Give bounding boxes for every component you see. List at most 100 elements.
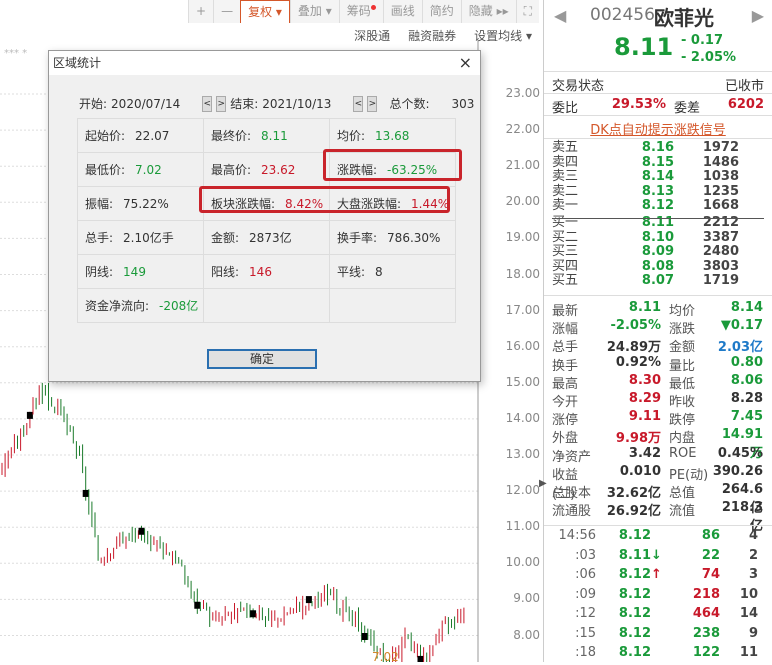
level-label: 买三 [552,244,579,260]
axis-tick-label: 16.00 [505,338,540,353]
toolbar-button[interactable]: 简约 [421,0,461,23]
stock-code: 002456 [590,5,655,25]
stat-label: 平线: [337,265,366,279]
stat-label: 阴线: [85,265,114,279]
event-marker [305,596,312,604]
stat-label: 量比 [669,358,696,374]
date-range: 开始: 2020/07/14 < > 结束: 2021/10/13 < > 总个数:… [79,95,474,112]
low-price-label: 7.02 [372,650,399,662]
stats-cell: 起始价: 22.07 [77,118,204,153]
stat-row: 最高 8.30 最低 8.06 [552,373,764,392]
stats-cell: 换手率: 786.30% [329,220,456,255]
bid-row: 买四 8.08 3803 [552,259,764,274]
level-price: 8.16 [641,140,674,155]
stat-label: 最低 [669,376,696,392]
stat-label: ROE [669,445,697,461]
tick-row: :06 8.12 ↑ 74 3 [552,567,764,582]
stat-label: 最高 [552,376,579,392]
stats-cell: 平线: 8 [329,254,456,289]
stats-cell: 总手: 2.10亿手 [77,220,204,255]
highlight-box [323,149,462,181]
stat-label: 昨收 [669,395,696,410]
axis-tick-label: 9.00 [513,591,540,606]
next-stock-icon[interactable]: ▶ [752,6,764,25]
stat-value: 9.11 [628,409,661,425]
end-prev-button[interactable]: < [353,95,364,112]
stat-value: 2873亿 [249,231,292,245]
tick-price: 8.12 [618,567,651,582]
start-next-button[interactable]: > [216,95,227,112]
stats-cell [203,288,330,323]
stat-value: ▼0.17 [720,318,763,334]
stat-value: 8.11 [261,129,288,143]
stat-label: 跌停 [669,413,696,429]
tick-time: :18 [575,645,596,660]
dialog-titlebar: 区域统计 × [49,51,480,75]
tick-time: :06 [575,567,596,582]
dk-signal-link[interactable]: DK点自动提示涨跌信号 [544,119,772,138]
axis-tick-label: 22.00 [505,122,540,137]
stat-value: 7.45 [730,409,763,425]
tick-time: :15 [575,625,596,641]
toolbar-button[interactable]: ⛶ [515,0,540,23]
status-label: 交易状态 [552,79,605,94]
set-ma-dropdown[interactable]: 设置均线 ▾ [474,27,532,44]
stats-cell: 阳线: 146 [203,254,330,289]
stat-value: 75.22% [123,197,169,211]
start-prev-button[interactable]: < [202,95,213,112]
stats-row: 资金净流向: -208亿 [77,288,456,323]
stat-value: 2.10亿手 [123,231,174,245]
collapse-handle-icon[interactable]: ▶ [539,478,547,489]
tick-row: :09 8.12 218 10 [552,587,764,602]
stat-value: 8.06 [730,372,763,388]
close-icon[interactable]: × [459,51,472,75]
toolbar-button[interactable]: — [213,0,241,23]
end-next-button[interactable]: > [367,95,378,112]
stat-label: 金额: [211,231,240,245]
level-price: 8.07 [641,273,674,289]
highlight-box [199,186,450,213]
toolbar-button[interactable]: 隐藏 ▸▸ [460,0,516,23]
axis-tick-label: 12.00 [505,483,540,498]
ok-button[interactable]: 确定 [207,349,317,369]
event-marker [361,632,368,640]
level-label: 卖一 [552,198,579,214]
toolbar-button[interactable]: 画线 [382,0,422,23]
stat-label: 均价 [669,304,696,319]
toolbar-button[interactable]: 筹码 [338,0,383,23]
toolbar-button[interactable]: 复权 ▾ [240,0,290,23]
toolbar-button[interactable]: + [188,0,214,23]
bid-row: 买五 8.07 1719 [552,274,764,288]
arrow-up-icon: ↑ [651,567,662,582]
stock-name: 欧菲光 [654,6,714,30]
end-date: 2021/10/13 [262,96,332,111]
axis-tick-label: 15.00 [505,374,540,389]
tick-row: :12 8.12 464 14 [552,606,764,621]
axis-tick-label: 10.00 [505,555,540,570]
level-volume: 1972 [702,140,739,155]
link-shenguton[interactable]: 深股通 [354,27,390,44]
stats-cell: 均价: 13.68 [329,118,456,153]
link-margin-trading[interactable]: 融资融券 [408,27,456,44]
stat-value: 22.07 [135,129,170,143]
tick-price: 8.11 [618,547,651,563]
prev-stock-icon[interactable]: ◀ [554,6,566,25]
stat-row: 最新 8.11 均价 8.14 [552,300,764,319]
stat-value: 146 [249,265,272,279]
axis-tick-label: 17.00 [505,302,540,317]
stat-value: 8 [375,265,383,279]
toolbar-button[interactable]: 叠加 ▾ [289,0,339,23]
level-price: 8.15 [641,154,674,170]
stat-value: 0.80 [730,354,763,370]
stat-value: 3.42 [628,445,661,461]
event-marker [417,655,424,663]
stat-label: 起始价: [85,129,126,143]
tick-volume: 22 [701,547,720,563]
tick-volume: 86 [701,528,720,543]
axis-tick-label: 21.00 [505,158,540,173]
tick-count: 9 [748,625,758,641]
tick-price: 8.12 [618,625,651,641]
end-label: 结束: [230,97,259,111]
price-change: - 0.17 [681,33,723,48]
stat-label: 振幅: [85,197,114,211]
